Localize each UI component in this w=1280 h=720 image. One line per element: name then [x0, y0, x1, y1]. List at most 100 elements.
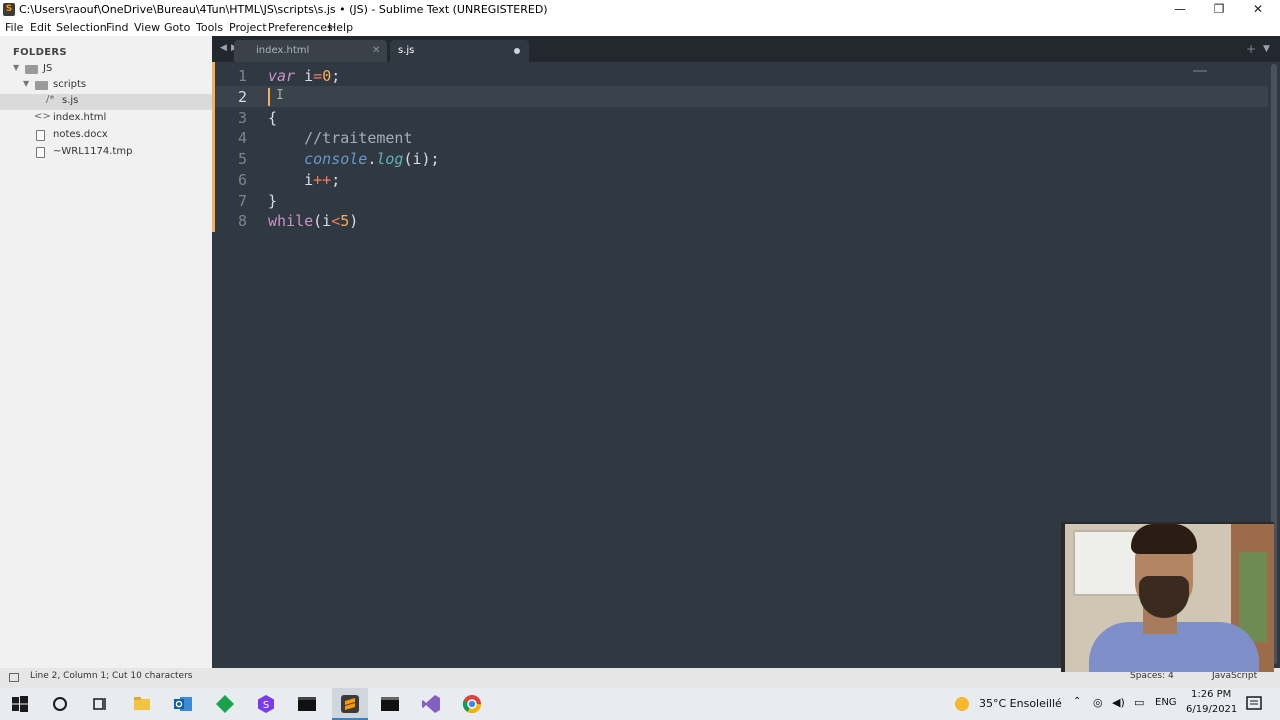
close-button[interactable]: ✕ [1238, 0, 1278, 19]
file-icon [36, 147, 45, 158]
menu-project[interactable]: Project [229, 21, 267, 34]
menu-view[interactable]: View [134, 21, 160, 34]
outlook-icon[interactable] [173, 694, 193, 714]
code-line: 3 { [212, 107, 1268, 128]
command-prompt-icon[interactable] [380, 694, 400, 714]
minimize-button[interactable]: — [1160, 0, 1200, 19]
menu-bar: File Edit Selection Find View Goto Tools… [0, 19, 1280, 36]
syntax-selector[interactable]: JavaScript [1212, 671, 1257, 681]
panel-toggle-icon[interactable] [9, 673, 19, 682]
minimap[interactable] [1193, 70, 1207, 72]
webcam-overlay [1061, 522, 1274, 672]
line-number: 6 [237, 171, 247, 189]
menu-selection[interactable]: Selection [56, 21, 107, 34]
code-comment: //traitement [268, 129, 413, 147]
action-center-icon[interactable] [1244, 694, 1264, 714]
tab-index-html[interactable]: index.html ✕ [234, 40, 387, 62]
line-number: 2 [237, 88, 247, 106]
sidebar-item-notes-docx[interactable]: notes.docx [0, 128, 212, 144]
weather-sun-icon[interactable] [952, 694, 972, 714]
menu-tools[interactable]: Tools [196, 21, 223, 34]
sidebar-item-label: ~WRL1174.tmp [53, 146, 133, 157]
tab-sjs[interactable]: s.js [390, 40, 529, 62]
line-number: 5 [237, 150, 247, 168]
green-app-icon[interactable] [215, 694, 235, 714]
code-brackets-icon: <> [34, 111, 51, 122]
cortana-search-icon[interactable] [50, 694, 70, 714]
sidebar-item-label: index.html [53, 112, 107, 123]
menu-find[interactable]: Find [106, 21, 129, 34]
battery-icon[interactable]: ▭ [1134, 696, 1144, 709]
code-line: 6 i++; [212, 169, 1268, 190]
line-number: 7 [237, 192, 247, 210]
sublime-app-icon: S [3, 3, 15, 16]
code-text: var i=0; [268, 67, 341, 85]
sidebar-item-wrl-tmp[interactable]: ~WRL1174.tmp [0, 145, 212, 161]
sidebar-item-label: notes.docx [53, 129, 108, 140]
menu-preferences[interactable]: Preferences [268, 21, 333, 34]
status-message: Line 2, Column 1; Cut 10 characters [30, 671, 193, 681]
language-indicator[interactable]: ENG [1155, 697, 1177, 708]
chrome-icon[interactable] [462, 694, 482, 714]
tab-label: index.html [256, 45, 310, 56]
chevron-down-icon[interactable]: ▼ [13, 63, 19, 72]
code-text: } [268, 192, 278, 210]
tab-nav-prev-icon[interactable]: ◀ [220, 43, 227, 53]
windows-taskbar: S 35°C Ensoleillé ⌃ ◎ ◀) ▭ ENG 1:26 PM 6… [0, 688, 1280, 720]
webcam-person-hair [1131, 524, 1197, 554]
code-line-active: 2 [212, 86, 1268, 107]
windows-start-icon[interactable] [10, 694, 30, 714]
window-title: C:\Users\raouf\OneDrive\Bureau\4Tun\HTML… [19, 3, 548, 16]
tab-menu-icon[interactable]: ▼ [1263, 44, 1270, 54]
sublime-text-icon[interactable] [340, 694, 360, 714]
title-bar: S C:\Users\raouf\OneDrive\Bureau\4Tun\HT… [0, 0, 1280, 19]
code-line: 8 while(i<5) [212, 210, 1268, 231]
file-icon [36, 130, 45, 141]
purple-app-icon[interactable]: S [256, 694, 276, 714]
code-line: 7 } [212, 190, 1268, 211]
code-text: console.log(i); [304, 150, 440, 168]
restore-button[interactable]: ❐ [1199, 0, 1239, 19]
sidebar-item-label: s.js [62, 95, 79, 106]
js-comment-icon: /* [46, 94, 55, 105]
ibeam-cursor-icon: I [276, 88, 284, 103]
code-text: { [268, 109, 278, 127]
unsaved-dot-icon[interactable] [514, 48, 520, 54]
file-explorer-icon[interactable] [132, 694, 152, 714]
clock-time[interactable]: 1:26 PM [1191, 689, 1231, 700]
sidebar-item-sjs[interactable]: /* s.js [0, 94, 212, 110]
task-view-icon[interactable] [90, 694, 110, 714]
tray-chevron-up-icon[interactable]: ⌃ [1073, 696, 1081, 707]
indentation-setting[interactable]: Spaces: 4 [1130, 671, 1174, 681]
sidebar-item-label: JS [43, 63, 53, 74]
line-number: 8 [237, 212, 247, 230]
code-line: 1 var i=0; [212, 65, 1268, 86]
volume-icon[interactable]: ◀) [1112, 696, 1125, 709]
code-text: i++; [304, 171, 341, 189]
line-number: 4 [237, 129, 247, 147]
folder-icon [25, 65, 38, 74]
tab-label: s.js [398, 45, 415, 56]
folders-header: FOLDERS [13, 47, 67, 58]
svg-text:S: S [263, 700, 269, 711]
visual-studio-icon[interactable] [421, 694, 441, 714]
menu-help[interactable]: Help [328, 21, 353, 34]
weather-text[interactable]: 35°C Ensoleillé [979, 697, 1062, 710]
sidebar-item-js-folder[interactable]: ▼ JS [0, 62, 212, 78]
tab-bar: ◀ ▶ index.html ✕ s.js + ▼ [212, 36, 1280, 62]
menu-goto[interactable]: Goto [164, 21, 190, 34]
sidebar-item-scripts-folder[interactable]: ▼ scripts [0, 78, 212, 94]
sidebar-item-index-html[interactable]: <> index.html [0, 111, 212, 127]
code-text: while(i<5) [268, 212, 359, 230]
chevron-down-icon[interactable]: ▼ [23, 79, 29, 88]
folder-icon [35, 81, 48, 90]
new-tab-icon[interactable]: + [1246, 42, 1256, 56]
tab-close-icon[interactable]: ✕ [372, 45, 380, 56]
clock-date[interactable]: 6/19/2021 [1186, 704, 1237, 715]
network-icon[interactable]: ◎ [1093, 696, 1103, 709]
menu-edit[interactable]: Edit [30, 21, 51, 34]
terminal-icon[interactable] [297, 694, 317, 714]
menu-file[interactable]: File [5, 21, 23, 34]
text-cursor [268, 88, 270, 106]
modified-lines-gutter-marker [212, 62, 215, 232]
